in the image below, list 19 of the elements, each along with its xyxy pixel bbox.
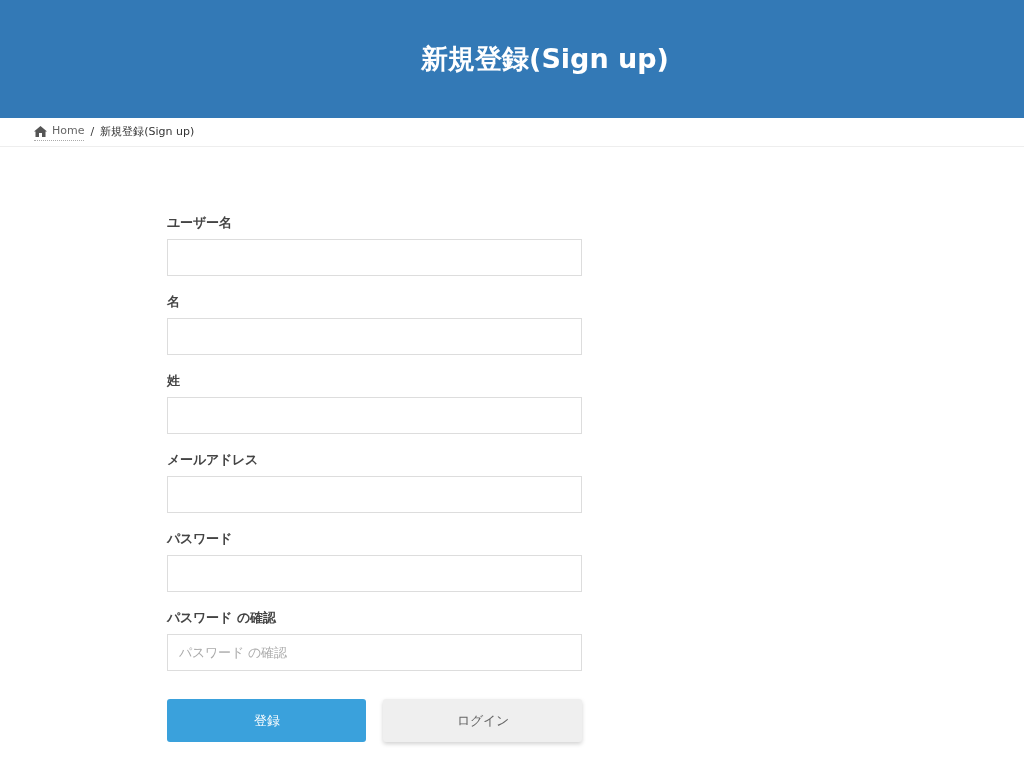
field-label: パスワード bbox=[167, 530, 233, 548]
field-label: ユーザー名 bbox=[167, 214, 233, 232]
breadcrumb-current: 新規登録(Sign up) bbox=[100, 123, 195, 140]
field-label: 姓 bbox=[167, 372, 181, 390]
input-field[interactable] bbox=[167, 239, 582, 276]
input-field[interactable] bbox=[167, 318, 582, 355]
input-field[interactable] bbox=[167, 555, 582, 592]
page-title: 新規登録(Sign up) bbox=[421, 41, 669, 76]
field-label: 名 bbox=[167, 293, 181, 311]
input-field[interactable]: パスワード の確認 bbox=[167, 634, 582, 671]
home-icon bbox=[34, 126, 47, 137]
register-button[interactable]: 登録 bbox=[167, 699, 366, 742]
input-field[interactable] bbox=[167, 397, 582, 434]
breadcrumb-separator: / bbox=[90, 123, 95, 140]
home-link[interactable]: Home bbox=[34, 123, 85, 141]
login-button[interactable]: ログイン bbox=[383, 699, 582, 742]
field-label: メールアドレス bbox=[167, 451, 259, 469]
field-label: パスワード の確認 bbox=[167, 609, 277, 627]
input-field[interactable] bbox=[167, 476, 582, 513]
